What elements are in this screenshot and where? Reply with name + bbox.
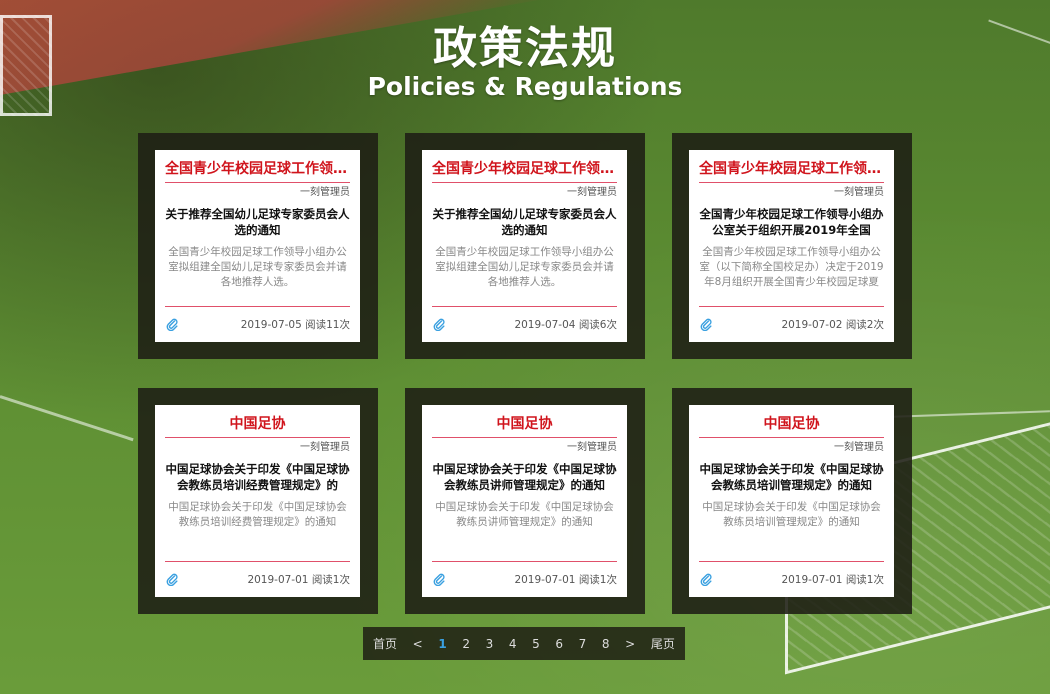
article-views: 阅读2次	[845, 319, 884, 331]
article-card-body[interactable]: 全国青少年校园足球工作领导小组办公室 一刻管理员 关于推荐全国幼儿足球专家委员会…	[155, 150, 360, 342]
paperclip-icon[interactable]	[165, 317, 179, 331]
article-author: 一刻管理员	[300, 442, 350, 453]
article-meta: 2019-07-04 阅读6次	[514, 317, 617, 332]
article-author: 一刻管理员	[567, 187, 617, 198]
article-card[interactable]: 全国青少年校园足球工作领导小组办公室 一刻管理员 全国青少年校园足球工作领导小组…	[672, 133, 912, 359]
paperclip-icon[interactable]	[432, 572, 446, 586]
pagination-page-8[interactable]: 8	[602, 637, 610, 651]
pagination-last[interactable]: 尾页	[651, 635, 675, 652]
pagination-page-6[interactable]: 6	[555, 637, 563, 651]
article-source[interactable]: 中国足协	[432, 413, 617, 438]
page-subtitle: Policies & Regulations	[367, 72, 683, 101]
article-views: 阅读1次	[578, 574, 617, 586]
article-author: 一刻管理员	[834, 442, 884, 453]
article-card-body[interactable]: 全国青少年校园足球工作领导小组办公室 一刻管理员 关于推荐全国幼儿足球专家委员会…	[422, 150, 627, 342]
article-date: 2019-07-01	[781, 574, 843, 586]
article-date: 2019-07-01	[247, 574, 309, 586]
article-author: 一刻管理员	[300, 187, 350, 198]
article-title[interactable]: 中国足球协会关于印发《中国足球协会教练员培训管理规定》的通知	[699, 461, 884, 493]
article-card[interactable]: 全国青少年校园足球工作领导小组办公室 一刻管理员 关于推荐全国幼儿足球专家委员会…	[138, 133, 378, 359]
article-card-body[interactable]: 中国足协 一刻管理员 中国足球协会关于印发《中国足球协会教练员培训经费管理规定》…	[155, 405, 360, 597]
article-footer: 2019-07-01 阅读1次	[165, 561, 350, 590]
article-author: 一刻管理员	[567, 442, 617, 453]
article-meta: 2019-07-01 阅读1次	[514, 572, 617, 587]
article-date: 2019-07-05	[240, 319, 302, 331]
article-title[interactable]: 关于推荐全国幼儿足球专家委员会人选的通知	[165, 206, 350, 238]
article-author: 一刻管理员	[834, 187, 884, 198]
article-views: 阅读1次	[311, 574, 350, 586]
field-line	[0, 395, 134, 442]
article-footer: 2019-07-04 阅读6次	[432, 306, 617, 335]
pagination-next[interactable]: >	[625, 637, 635, 651]
article-footer: 2019-07-01 阅读1次	[432, 561, 617, 590]
paperclip-icon[interactable]	[165, 572, 179, 586]
article-meta: 2019-07-01 阅读1次	[247, 572, 350, 587]
article-summary: 全国青少年校园足球工作领导小组办公室拟组建全国幼儿足球专家委员会并请各地推荐人选…	[168, 246, 347, 288]
article-source[interactable]: 全国青少年校园足球工作领导小组办公室	[699, 158, 884, 183]
article-source[interactable]: 全国青少年校园足球工作领导小组办公室	[165, 158, 350, 183]
pagination-page-7[interactable]: 7	[579, 637, 587, 651]
article-card[interactable]: 中国足协 一刻管理员 中国足球协会关于印发《中国足球协会教练员培训管理规定》的通…	[672, 388, 912, 614]
article-summary: 中国足球协会关于印发《中国足球协会教练员培训管理规定》的通知	[702, 501, 881, 528]
paperclip-icon[interactable]	[699, 572, 713, 586]
article-card-body[interactable]: 全国青少年校园足球工作领导小组办公室 一刻管理员 全国青少年校园足球工作领导小组…	[689, 150, 894, 342]
article-meta: 2019-07-05 阅读11次	[241, 317, 350, 332]
article-views: 阅读6次	[578, 319, 617, 331]
article-card[interactable]: 中国足协 一刻管理员 中国足球协会关于印发《中国足球协会教练员培训经费管理规定》…	[138, 388, 378, 614]
article-card[interactable]: 中国足协 一刻管理员 中国足球协会关于印发《中国足球协会教练员讲师管理规定》的通…	[405, 388, 645, 614]
article-source[interactable]: 全国青少年校园足球工作领导小组办公室	[432, 158, 617, 183]
article-footer: 2019-07-01 阅读1次	[699, 561, 884, 590]
pagination-first[interactable]: 首页	[373, 635, 397, 652]
article-meta: 2019-07-01 阅读1次	[781, 572, 884, 587]
article-date: 2019-07-01	[514, 574, 576, 586]
article-summary: 中国足球协会关于印发《中国足球协会教练员讲师管理规定》的通知	[435, 501, 614, 528]
pagination-prev[interactable]: <	[413, 637, 423, 651]
pagination-page-5[interactable]: 5	[532, 637, 540, 651]
article-views: 阅读1次	[845, 574, 884, 586]
article-card-body[interactable]: 中国足协 一刻管理员 中国足球协会关于印发《中国足球协会教练员讲师管理规定》的通…	[422, 405, 627, 597]
paperclip-icon[interactable]	[699, 317, 713, 331]
article-footer: 2019-07-05 阅读11次	[165, 306, 350, 335]
article-date: 2019-07-04	[514, 319, 576, 331]
paperclip-icon[interactable]	[432, 317, 446, 331]
pagination-page-1[interactable]: 1	[438, 637, 446, 651]
article-views: 阅读11次	[305, 319, 350, 331]
article-title[interactable]: 中国足球协会关于印发《中国足球协会教练员培训经费管理规定》的	[165, 461, 350, 493]
article-footer: 2019-07-02 阅读2次	[699, 306, 884, 335]
article-source[interactable]: 中国足协	[165, 413, 350, 438]
article-title[interactable]: 全国青少年校园足球工作领导小组办公室关于组织开展2019年全国	[699, 206, 884, 238]
article-title[interactable]: 中国足球协会关于印发《中国足球协会教练员讲师管理规定》的通知	[432, 461, 617, 493]
pagination-page-3[interactable]: 3	[486, 637, 494, 651]
page-title: 政策法规	[433, 23, 617, 74]
pagination: 首页 < 1 2 3 4 5 6 7 8 > 尾页	[363, 627, 685, 660]
pagination-page-4[interactable]: 4	[509, 637, 517, 651]
article-title[interactable]: 关于推荐全国幼儿足球专家委员会人选的通知	[432, 206, 617, 238]
article-card-body[interactable]: 中国足协 一刻管理员 中国足球协会关于印发《中国足球协会教练员培训管理规定》的通…	[689, 405, 894, 597]
article-summary: 中国足球协会关于印发《中国足球协会教练员培训经费管理规定》的通知	[168, 501, 347, 528]
article-source[interactable]: 中国足协	[699, 413, 884, 438]
article-summary: 全国青少年校园足球工作领导小组办公室拟组建全国幼儿足球专家委员会并请各地推荐人选…	[435, 246, 614, 288]
article-card[interactable]: 全国青少年校园足球工作领导小组办公室 一刻管理员 关于推荐全国幼儿足球专家委员会…	[405, 133, 645, 359]
article-summary: 全国青少年校园足球工作领导小组办公室（以下简称全国校足办）决定于2019年8月组…	[699, 246, 884, 288]
page-header: 政策法规 Policies & Regulations	[0, 22, 1050, 102]
pagination-page-2[interactable]: 2	[462, 637, 470, 651]
article-meta: 2019-07-02 阅读2次	[781, 317, 884, 332]
article-date: 2019-07-02	[781, 319, 843, 331]
